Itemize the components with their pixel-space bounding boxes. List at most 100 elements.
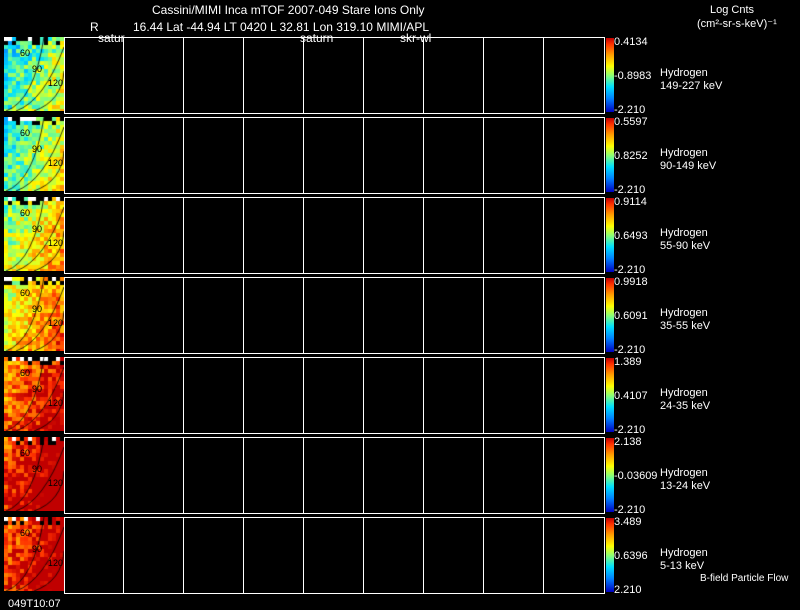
colorbar-max-label: 0.4134 — [614, 36, 648, 48]
grid-line — [423, 358, 424, 433]
colorbar-max-label: 0.5597 — [614, 116, 648, 128]
grid-line — [483, 278, 484, 353]
grid-line — [183, 438, 184, 513]
grid-line — [363, 118, 364, 193]
grid-line — [123, 278, 124, 353]
pitch-angle-label: 60 — [20, 48, 31, 58]
colorbar-min-label: -2.210 — [614, 264, 646, 276]
pitch-angle-label: 60 — [20, 288, 31, 298]
grid-line — [303, 518, 304, 593]
grid-line — [303, 278, 304, 353]
colorbar — [606, 518, 614, 592]
species-label: Hydrogen 5-13 keV — [660, 547, 708, 573]
pitch-angle-label: 60 — [20, 128, 31, 138]
colorbar-mid-label: -0.03609 — [614, 470, 658, 482]
grid-line — [483, 198, 484, 273]
pitch-angle-label: 90 — [32, 384, 43, 394]
colorbar-min-label: -2.210 — [614, 104, 646, 116]
colorbar-mid-label: 0.6493 — [614, 230, 648, 242]
grid-line — [123, 198, 124, 273]
species-label: Hydrogen 149-227 keV — [660, 67, 722, 93]
grid-line — [243, 438, 244, 513]
grid-line — [363, 358, 364, 433]
spectrogram-panel — [64, 117, 605, 194]
grid-line — [123, 38, 124, 113]
pitch-angle-label: 60 — [20, 208, 31, 218]
energy-range: 149-227 keV — [660, 80, 723, 92]
grid-line — [123, 358, 124, 433]
pitch-angle-label: 120 — [48, 78, 64, 88]
grid-line — [543, 118, 544, 193]
pitch-angle-label: 90 — [32, 144, 43, 154]
colorbar-max-label: 0.9114 — [614, 196, 647, 208]
energy-range: 5-13 keV — [660, 560, 705, 572]
pitch-angle-label: 60 — [20, 528, 31, 538]
species-label: Hydrogen 24-35 keV — [660, 387, 710, 413]
pitch-angle-label: 90 — [32, 224, 43, 234]
colorbar-mid-label: 0.8252 — [614, 150, 648, 162]
species-name: Hydrogen — [660, 387, 708, 399]
energy-range: 55-90 keV — [660, 240, 711, 252]
grid-line — [363, 438, 364, 513]
grid-line — [423, 518, 424, 593]
colorbar-max-label: 2.138 — [614, 436, 642, 448]
grid-line — [243, 118, 244, 193]
grid-line — [303, 198, 304, 273]
species-name: Hydrogen — [660, 467, 708, 479]
pitch-angle-label: 60 — [20, 368, 31, 378]
pitch-angle-label: 90 — [32, 464, 43, 474]
grid-line — [303, 118, 304, 193]
colorbar-max-label: 3.489 — [614, 516, 642, 528]
pitch-angle-map — [4, 117, 64, 191]
spectrogram-panel — [64, 357, 605, 434]
species-name: Hydrogen — [660, 227, 708, 239]
plot-title: Cassini/MIMI Inca mTOF 2007-049 Stare Io… — [152, 3, 425, 17]
grid-line — [243, 358, 244, 433]
pitch-angle-label: 120 — [48, 478, 64, 488]
species-name: Hydrogen — [660, 307, 708, 319]
pitch-angle-map — [4, 357, 64, 431]
species-label: Hydrogen 55-90 keV — [660, 227, 710, 253]
grid-line — [543, 438, 544, 513]
pitch-angle-map — [4, 37, 64, 111]
grid-line — [363, 278, 364, 353]
grid-line — [123, 438, 124, 513]
flow-label: B-field Particle Flow — [700, 573, 789, 584]
colorbar-mid-label: 0.6091 — [614, 310, 648, 322]
grid-line — [303, 358, 304, 433]
species-name: Hydrogen — [660, 147, 708, 159]
pitch-angle-label: 120 — [48, 158, 64, 168]
grid-line — [363, 518, 364, 593]
colorbar — [606, 358, 614, 432]
pitch-angle-map — [4, 197, 64, 271]
grid-line — [543, 38, 544, 113]
species-label: Hydrogen 90-149 keV — [660, 147, 716, 173]
spectrogram-panel — [64, 197, 605, 274]
grid-line — [543, 358, 544, 433]
colorbar-mid-label: -0.8983 — [614, 70, 652, 82]
colorbar-min-label: 2.210 — [614, 584, 642, 596]
grid-line — [483, 38, 484, 113]
colorbar — [606, 198, 614, 272]
species-name: Hydrogen — [660, 547, 708, 559]
colorbar-max-label: 1.389 — [614, 356, 642, 368]
grid-line — [243, 518, 244, 593]
pitch-angle-label: 90 — [32, 64, 43, 74]
ephemeris-line: 16.44 Lat -44.94 LT 0420 L 32.81 Lon 319… — [133, 20, 429, 34]
pitch-angle-label: 90 — [32, 304, 43, 314]
pitch-angle-label: 120 — [48, 558, 64, 568]
grid-line — [123, 118, 124, 193]
colorbar — [606, 278, 614, 352]
colorbar — [606, 38, 614, 112]
colorbar-mid-label: 0.4107 — [614, 390, 648, 402]
grid-line — [123, 518, 124, 593]
pitch-angle-map — [4, 437, 64, 511]
grid-line — [303, 38, 304, 113]
energy-range: 24-35 keV — [660, 400, 711, 412]
grid-line — [243, 198, 244, 273]
grid-line — [543, 278, 544, 353]
grid-line — [183, 118, 184, 193]
spectrogram-panel — [64, 437, 605, 514]
grid-line — [483, 438, 484, 513]
grid-line — [303, 438, 304, 513]
